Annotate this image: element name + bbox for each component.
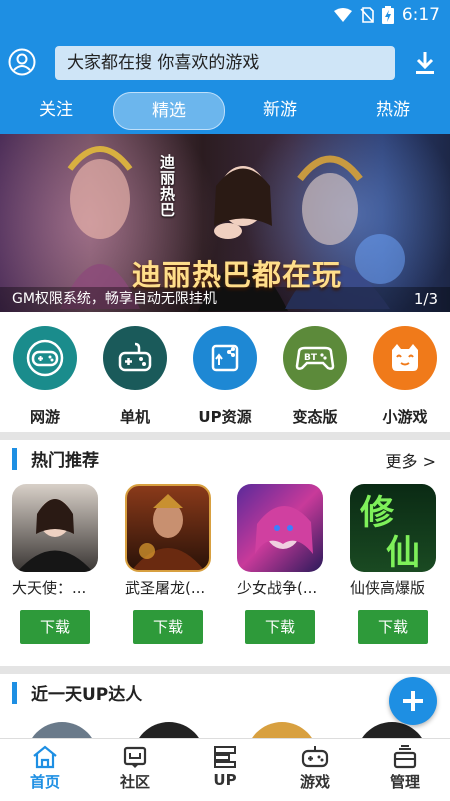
bt-controller-icon: BT (283, 326, 347, 390)
game-item[interactable]: 大天使：... 下载 (0, 484, 100, 644)
svg-text:修: 修 (359, 493, 395, 533)
svg-text:BT: BT (304, 353, 318, 363)
banner-caption-bar: GM权限系统，畅享自动无限挂机 1/3 (0, 287, 450, 312)
tab-new-games[interactable]: 新游 (244, 92, 316, 128)
download-icon[interactable] (414, 50, 436, 76)
banner-caption: GM权限系统，畅享自动无限挂机 (12, 291, 217, 307)
download-button[interactable]: 下载 (358, 610, 428, 644)
download-button[interactable]: 下载 (245, 610, 315, 644)
search-input[interactable]: 大家都在搜 你喜欢的游戏 (55, 46, 395, 80)
top-tabs: 关注 精选 新游 热游 (0, 90, 450, 130)
nav-label: 社区 (119, 773, 150, 791)
up-icon (214, 746, 236, 768)
game-item[interactable]: 武圣屠龙(... 下载 (113, 484, 213, 644)
game-icon: 修仙 (350, 484, 436, 572)
category-label: UP资源 (198, 408, 252, 426)
wifi-icon (333, 8, 352, 22)
game-name: 大天使：... (12, 579, 87, 597)
battery-icon (381, 6, 394, 24)
category-mini-games[interactable]: 小游戏 (365, 326, 445, 427)
tab-featured[interactable]: 精选 (113, 92, 225, 130)
section-accent-bar (12, 682, 17, 704)
download-button[interactable]: 下载 (133, 610, 203, 644)
category-online-games[interactable]: 网游 (5, 326, 85, 427)
manage-icon (393, 745, 417, 769)
banner-page-indicator: 1/3 (413, 290, 438, 308)
nav-label: 管理 (389, 773, 420, 791)
game-item[interactable]: 少女战争(... 下载 (225, 484, 325, 644)
more-link[interactable]: 更多 > (386, 448, 437, 472)
category-up-resources[interactable]: UP资源 (185, 326, 265, 427)
cat-face-icon (373, 326, 437, 390)
nav-label: 首页 (29, 773, 60, 791)
status-icons: 6:17 (333, 5, 440, 25)
status-time: 6:17 (401, 5, 440, 25)
section-divider (0, 432, 450, 440)
section-divider (0, 666, 450, 674)
no-sim-icon (360, 7, 374, 23)
bottom-nav: 首页 社区 UP 游戏 管理 (0, 738, 450, 801)
home-icon (33, 745, 57, 769)
category-label: 网游 (29, 408, 60, 426)
gamepad-icon (301, 746, 329, 768)
game-icon (125, 484, 211, 572)
share-upload-icon (193, 326, 257, 390)
nav-home[interactable]: 首页 (10, 745, 80, 792)
nav-manage[interactable]: 管理 (370, 745, 440, 792)
up-section-title: 近一天UP达人 (31, 685, 143, 705)
hot-section-title: 热门推荐 (31, 451, 99, 471)
category-label: 单机 (119, 408, 150, 426)
banner-vertical-text: 迪丽热巴 (158, 154, 176, 218)
hot-section-header: 热门推荐 更多 > (0, 442, 450, 476)
game-name: 少女战争(... (237, 579, 318, 597)
up-section-header: 近一天UP达人 (0, 676, 450, 710)
tab-follow[interactable]: 关注 (20, 92, 92, 128)
game-name: 仙侠高爆版 (350, 579, 426, 597)
category-row: 网游 单机 UP资源 BT 变态版 小游戏 (0, 320, 450, 432)
hot-games-list: 大天使：... 下载 武圣屠龙(... 下载 少女战争(... 下载 修仙 仙侠… (0, 484, 450, 654)
nav-community[interactable]: 社区 (100, 745, 170, 792)
plus-icon (403, 691, 423, 711)
status-bar: 6:17 (0, 0, 450, 32)
community-icon (123, 746, 147, 768)
download-button[interactable]: 下载 (20, 610, 90, 644)
nav-games[interactable]: 游戏 (280, 745, 350, 792)
nav-up[interactable]: UP (190, 745, 260, 789)
game-icon (237, 484, 323, 572)
tab-hot-games[interactable]: 热游 (357, 92, 429, 128)
add-button[interactable] (389, 677, 437, 725)
header: 大家都在搜 你喜欢的游戏 关注 精选 新游 热游 (0, 32, 450, 134)
category-single-player[interactable]: 单机 (95, 326, 175, 427)
svg-text:仙: 仙 (386, 533, 420, 572)
user-icon[interactable] (8, 48, 36, 76)
category-label: 变态版 (292, 408, 338, 426)
game-name: 武圣屠龙(... (125, 579, 206, 597)
nav-label: 游戏 (299, 773, 330, 791)
category-bt-version[interactable]: BT 变态版 (275, 326, 355, 427)
joystick-icon (103, 326, 167, 390)
nav-label: UP (213, 771, 237, 789)
category-label: 小游戏 (382, 408, 428, 426)
game-item[interactable]: 修仙 仙侠高爆版 下载 (338, 484, 438, 644)
game-icon (12, 484, 98, 572)
promo-banner[interactable]: 迪丽热巴 迪丽热巴都在玩 GM权限系统，畅享自动无限挂机 1/3 (0, 134, 450, 312)
section-accent-bar (12, 448, 17, 470)
gamepad-icon (13, 326, 77, 390)
